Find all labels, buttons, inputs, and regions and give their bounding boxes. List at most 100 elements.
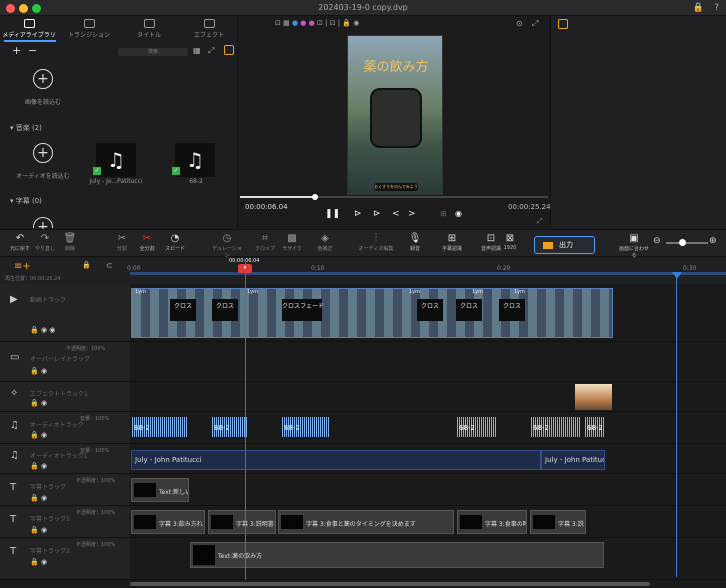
text-clip[interactable]: Text:薬の飲み方 xyxy=(190,542,604,568)
audio-clip[interactable]: 68-2 xyxy=(457,412,497,444)
magnet-icon[interactable]: ⊂ xyxy=(106,261,113,270)
playhead[interactable] xyxy=(245,262,246,580)
audio-clip[interactable]: 68-2 xyxy=(132,412,187,444)
audio-clip[interactable]: 68-2 xyxy=(212,412,247,444)
end-marker-handle[interactable] xyxy=(672,272,682,279)
duration-button[interactable]: ◷ デュレーション xyxy=(212,233,242,259)
track-controls[interactable]: 🔒 ◉ xyxy=(30,462,47,470)
crop-button[interactable]: ⌗ クロップ xyxy=(250,233,280,252)
ruler-tick: 0:30 xyxy=(683,265,697,272)
import-image-button[interactable]: + xyxy=(33,69,53,89)
media-panel: メディアライブラリ トランジション タイトル エフェクト + − ▦ ⤢ + 画… xyxy=(0,16,238,235)
transition-clip[interactable]: クロスフェード xyxy=(282,299,324,321)
audio-clip[interactable]: July - John Patitucci xyxy=(131,450,541,470)
text-thumb xyxy=(460,515,482,529)
next-frame-icon[interactable]: ⊳ xyxy=(373,209,381,219)
expand-icon[interactable]: ⤢ xyxy=(532,19,538,29)
video-clip[interactable]: 1ym 1ym 1ym 1ym 1ym クロス クロス クロスフェード クロス … xyxy=(131,288,613,338)
zoom-out-icon[interactable]: ⊖ xyxy=(653,236,661,246)
text-clip[interactable]: 字幕 3:説明書を xyxy=(208,510,276,534)
export-button[interactable]: 出力 xyxy=(534,236,595,254)
panel-toggle-icon[interactable] xyxy=(558,19,568,29)
zoom-in-icon[interactable]: ⊕ xyxy=(709,236,717,246)
color-button[interactable]: ◈ 色補正 xyxy=(310,233,340,252)
help-icon[interactable]: ? xyxy=(714,3,719,13)
import-audio-button[interactable]: + xyxy=(33,143,53,163)
subtitle-recognition-button[interactable]: ⊞ 字幕認識 xyxy=(437,233,467,252)
split-all-button[interactable]: ✂ 全分割 xyxy=(132,233,162,252)
fullscreen-icon[interactable]: ⤢ xyxy=(537,217,543,226)
viewer-toolbar-icons[interactable]: ⊡ ▦ ● ● ● ⊡ | ⊡ | 🔒 ◉ xyxy=(275,19,359,27)
audio-clip[interactable]: 68-2 xyxy=(585,412,605,444)
record-button[interactable]: 🎙 録音 xyxy=(400,233,430,252)
lock-all-icon[interactable]: 🔒 xyxy=(82,261,91,269)
delete-button[interactable]: 🗑 削除 xyxy=(55,233,85,252)
pause-icon[interactable]: ❚❚ xyxy=(325,209,340,219)
track-controls[interactable]: 🔒 ◉ xyxy=(30,526,47,534)
mosaic-button[interactable]: ▩ モザイク xyxy=(277,233,307,252)
fit-screen-button[interactable]: ▣ 画面に合わせる xyxy=(618,233,650,259)
subtitle-section-header[interactable]: ▾ 字幕 (0) xyxy=(10,196,42,206)
lock-icon[interactable]: 🔒 xyxy=(693,3,704,13)
track-controls[interactable]: 🔒 ◉ xyxy=(30,399,47,407)
zoom-slider-handle[interactable] xyxy=(679,239,686,246)
text-icon: T xyxy=(10,546,17,557)
tab-effects[interactable]: エフェクト xyxy=(180,18,238,39)
text-thumb xyxy=(134,515,156,529)
subtitle-track-1-header: T 字幕トラック1 不透明度：100% 🔒 ◉ xyxy=(0,506,130,538)
audio-clip[interactable]: 68-2 xyxy=(282,412,330,444)
transition-clip[interactable]: クロス xyxy=(170,299,196,321)
prev-frame-icon[interactable]: ⊳ xyxy=(354,209,362,219)
panel-toggle-icon[interactable] xyxy=(224,45,234,55)
audio-clip[interactable]: 68-2 xyxy=(531,412,581,444)
tab-media-library[interactable]: メディアライブラリ xyxy=(0,18,58,39)
snapshot-icon[interactable]: ⊞ xyxy=(440,209,447,218)
remove-button[interactable]: − xyxy=(28,44,37,57)
mark-out-icon[interactable]: > xyxy=(408,209,416,219)
text-clip[interactable]: Text:新しい xyxy=(131,478,189,502)
text-clip[interactable]: 字幕 3:説 xyxy=(530,510,586,534)
expand-icon[interactable]: ⤢ xyxy=(208,46,214,56)
import-subtitle-button[interactable]: + xyxy=(33,217,53,235)
add-button[interactable]: + xyxy=(12,44,21,57)
text-thumb xyxy=(134,483,156,497)
transition-clip[interactable]: クロス xyxy=(417,299,443,321)
tab-transitions[interactable]: トランジション xyxy=(60,18,118,39)
resolution-button[interactable]: ⊠ 1920 xyxy=(495,233,525,251)
transition-clip[interactable]: クロス xyxy=(456,299,482,321)
text-clip[interactable]: 字幕 3:飲み方れ xyxy=(131,510,205,534)
audio-edit-button[interactable]: ⫶ オーディオ編集 xyxy=(352,233,400,252)
timeline-ruler[interactable] xyxy=(130,272,726,275)
audio-clip[interactable]: July - John Patitucci xyxy=(541,450,605,470)
snapshot-icon[interactable]: ⊙ xyxy=(516,19,523,28)
playhead-handle[interactable]: ⏸ xyxy=(238,264,252,273)
volume-icon[interactable]: ◉ xyxy=(455,209,462,218)
speed-button[interactable]: ◔ スピード xyxy=(160,233,190,252)
scrubber-handle[interactable] xyxy=(312,194,318,200)
export-label: 出力 xyxy=(559,241,573,249)
track-controls[interactable]: 🔒 ◉ ◉ xyxy=(30,326,55,334)
track-controls[interactable]: 🔒 ◉ xyxy=(30,558,47,566)
search-input[interactable] xyxy=(118,48,188,56)
track-controls[interactable]: 🔒 ◉ xyxy=(30,431,47,439)
track-controls[interactable]: 🔒 ◉ xyxy=(30,367,47,375)
music-thumbnail[interactable]: ♫ xyxy=(96,143,136,177)
split-all-label: 全分割 xyxy=(139,246,155,252)
text-clip[interactable]: 字幕 3:食事の時 xyxy=(457,510,527,534)
effect-clip[interactable] xyxy=(575,384,612,410)
grid-view-icon[interactable]: ▦ xyxy=(193,46,201,55)
transition-clip[interactable]: クロス xyxy=(499,299,525,321)
effect-track-lane xyxy=(130,382,726,412)
track-controls[interactable]: 🔒 ◉ xyxy=(30,494,47,502)
transition-clip[interactable]: クロス xyxy=(212,299,238,321)
tab-titles[interactable]: タイトル xyxy=(120,18,178,39)
text-clip[interactable]: 字幕 3:食事と薬のタイミングを決めます xyxy=(278,510,454,534)
clip-label: July - John Patitucci xyxy=(545,456,604,464)
add-track-icon[interactable]: ≡+ xyxy=(14,261,31,272)
timeline-scrollbar-thumb[interactable] xyxy=(130,582,650,586)
music-thumbnail[interactable]: ♫ xyxy=(175,143,215,177)
mark-in-icon[interactable]: < xyxy=(392,209,400,219)
subtitle-track-header: T 字幕トラック 不透明度：100% 🔒 ◉ xyxy=(0,474,130,506)
zoom-slider[interactable] xyxy=(666,242,708,244)
music-section-header[interactable]: ▾ 音楽 (2) xyxy=(10,123,42,133)
